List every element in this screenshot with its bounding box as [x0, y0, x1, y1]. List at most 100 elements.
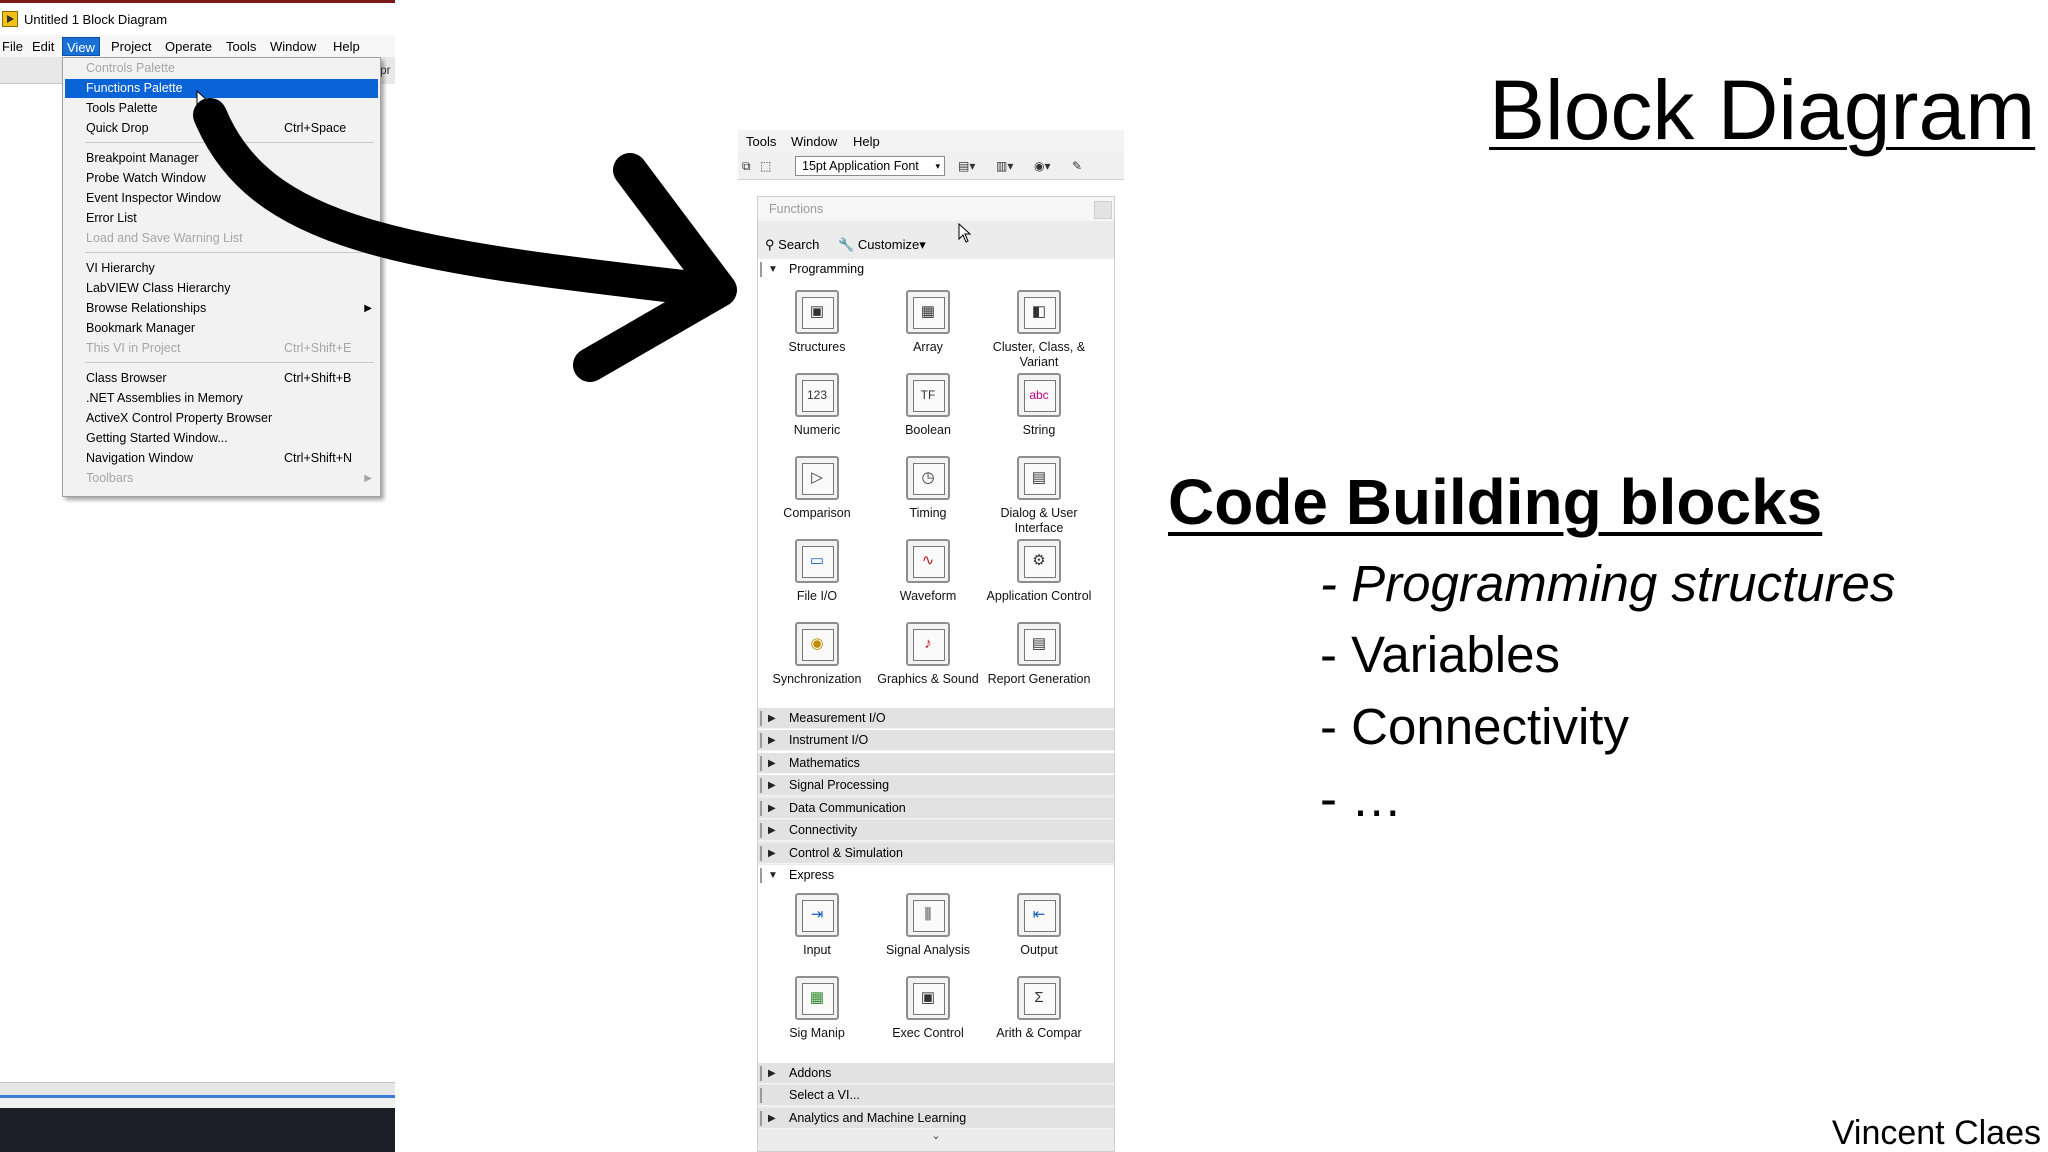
tile-timing[interactable]: ◷ Timing	[873, 456, 983, 538]
tile-signal-analysis[interactable]: ⫼ Signal Analysis	[873, 893, 983, 975]
clean-diagram-icon[interactable]: ⬚	[760, 158, 771, 174]
tile-dialog-user-interface[interactable]: ▤ Dialog & User Interface	[984, 456, 1094, 538]
tile-waveform[interactable]: ∿ Waveform	[873, 539, 983, 621]
tile-report-generation[interactable]: ▤ Report Generation	[984, 622, 1094, 704]
category-programming[interactable]: ▼ Programming	[758, 259, 1114, 280]
waveform-icon: ∿	[906, 539, 950, 583]
palette-title: Functions	[769, 202, 824, 216]
tile-string[interactable]: abc String	[984, 373, 1094, 455]
menu-help[interactable]: Help	[853, 133, 880, 150]
cluster-icon: ◧	[1017, 290, 1061, 334]
menu-item-navigation-window[interactable]: Navigation Window Ctrl+Shift+N	[65, 449, 378, 468]
sig-manip-icon: ▦	[795, 976, 839, 1020]
tile-cluster-class-variant[interactable]: ◧ Cluster, Class, & Variant	[984, 290, 1094, 372]
reorder-icon[interactable]: ⧉	[742, 158, 751, 174]
diagram-toolbar-edge: pr	[380, 57, 395, 84]
bullet-programming-structures: - Programming structures	[1320, 555, 1896, 612]
menu-item-activex-browser[interactable]: ActiveX Control Property Browser	[65, 409, 378, 428]
tile-sig-manip[interactable]: ▦ Sig Manip	[762, 976, 872, 1058]
bullet-connectivity: - Connectivity	[1320, 698, 1629, 755]
report-generation-icon: ▤	[1017, 622, 1061, 666]
triangle-right-icon: ▶	[768, 713, 776, 724]
cleanup-diagram-icon[interactable]: ✎	[1072, 158, 1082, 174]
tile-output[interactable]: ⇤ Output	[984, 893, 1094, 975]
tile-input[interactable]: ⇥ Input	[762, 893, 872, 975]
file-io-icon: ▭	[795, 539, 839, 583]
bullet-variables: - Variables	[1320, 626, 1560, 683]
tile-file-io[interactable]: ▭ File I/O	[762, 539, 872, 621]
menubar: File Edit View Project Operate Tools Win…	[0, 35, 395, 57]
category-bar	[760, 1066, 762, 1081]
triangle-down-icon: ▼	[768, 264, 778, 275]
menu-file[interactable]: File	[0, 37, 27, 56]
category-bar	[760, 778, 762, 793]
category-bar	[760, 756, 762, 771]
structures-icon: ▣	[795, 290, 839, 334]
menu-tools[interactable]: Tools	[746, 133, 776, 150]
menu-operate[interactable]: Operate	[161, 37, 216, 56]
express-tiles: ⇥ Input ⫼ Signal Analysis ⇤ Output ▦ Sig Man…	[758, 886, 1114, 1063]
reorder-objects-icon[interactable]: ◉▾	[1034, 158, 1051, 174]
palette-header[interactable]: Functions	[758, 197, 1114, 221]
search-button[interactable]: ⚲ Search	[765, 236, 819, 254]
menu-help[interactable]: Help	[329, 37, 364, 56]
input-icon: ⇥	[795, 893, 839, 937]
application-control-icon: ⚙	[1017, 539, 1061, 583]
align-objects-icon[interactable]: ▤▾	[958, 158, 975, 174]
functions-palette: Functions ⚲ Search 🔧 Customize▾ ▼ Progra…	[757, 196, 1115, 1152]
diagram-toolbar	[0, 57, 65, 84]
category-connectivity[interactable]: ▶ Connectivity	[758, 820, 1114, 841]
tile-application-control[interactable]: ⚙ Application Control	[984, 539, 1094, 621]
tile-arith-compar[interactable]: Σ Arith & Compar	[984, 976, 1094, 1058]
menu-item-controls-palette[interactable]: Controls Palette	[65, 59, 378, 78]
horizontal-scrollbar[interactable]	[0, 1082, 395, 1096]
tile-array[interactable]: ▦ Array	[873, 290, 983, 372]
labview-app-icon	[2, 11, 18, 27]
category-bar	[760, 711, 762, 726]
category-bar	[760, 1111, 762, 1126]
search-icon: ⚲	[765, 237, 775, 252]
category-bar	[760, 823, 762, 838]
tile-numeric[interactable]: 123 Numeric	[762, 373, 872, 455]
tile-synchronization[interactable]: ◉ Synchronization	[762, 622, 872, 704]
window-titlebar[interactable]: Untitled 1 Block Diagram	[0, 3, 395, 37]
tile-graphics-sound[interactable]: ♪ Graphics & Sound	[873, 622, 983, 704]
triangle-right-icon: ▶	[768, 735, 776, 746]
select-a-vi[interactable]: Select a VI...	[758, 1085, 1114, 1106]
category-express[interactable]: ▼ Express	[758, 865, 1114, 886]
category-bar	[760, 733, 762, 748]
category-bar	[760, 868, 762, 883]
category-instrument-io[interactable]: ▶ Instrument I/O	[758, 730, 1114, 751]
category-mathematics[interactable]: ▶ Mathematics	[758, 753, 1114, 774]
menu-window[interactable]: Window	[791, 133, 837, 150]
author-name: Vincent Claes	[1831, 1114, 2041, 1152]
annotation-arrow-icon	[193, 98, 737, 382]
category-analytics-ml[interactable]: ▶ Analytics and Machine Learning	[758, 1108, 1114, 1129]
tile-exec-control[interactable]: ▣ Exec Control	[873, 976, 983, 1058]
menu-window[interactable]: Window	[266, 37, 320, 56]
distribute-objects-icon[interactable]: ▥▾	[996, 158, 1013, 174]
font-select[interactable]: 15pt Application Font ▾	[795, 156, 945, 176]
category-measurement-io[interactable]: ▶ Measurement I/O	[758, 708, 1114, 729]
category-signal-processing[interactable]: ▶ Signal Processing	[758, 775, 1114, 796]
menu-project[interactable]: Project	[107, 37, 155, 56]
menu-item-getting-started[interactable]: Getting Started Window...	[65, 429, 378, 448]
menu-tools[interactable]: Tools	[222, 37, 260, 56]
triangle-right-icon: ▶	[768, 758, 776, 769]
dialog-icon: ▤	[1017, 456, 1061, 500]
category-addons[interactable]: ▶ Addons	[758, 1063, 1114, 1084]
menu-view[interactable]: View	[62, 37, 100, 56]
category-control-simulation[interactable]: ▶ Control & Simulation	[758, 843, 1114, 864]
comparison-icon: ▷	[795, 456, 839, 500]
pin-icon[interactable]	[1094, 201, 1112, 219]
tile-boolean[interactable]: TF Boolean	[873, 373, 983, 455]
menu-item-toolbars[interactable]: Toolbars ▶	[65, 469, 378, 488]
triangle-right-icon: ▶	[768, 1113, 776, 1124]
tile-structures[interactable]: ▣ Structures	[762, 290, 872, 372]
scroll-more-icon[interactable]: ⌄	[758, 1129, 1114, 1151]
chevron-down-icon: ▾	[935, 161, 940, 171]
tile-comparison[interactable]: ▷ Comparison	[762, 456, 872, 538]
category-data-communication[interactable]: ▶ Data Communication	[758, 798, 1114, 819]
customize-button[interactable]: 🔧 Customize▾	[838, 236, 926, 254]
menu-edit[interactable]: Edit	[28, 37, 58, 56]
